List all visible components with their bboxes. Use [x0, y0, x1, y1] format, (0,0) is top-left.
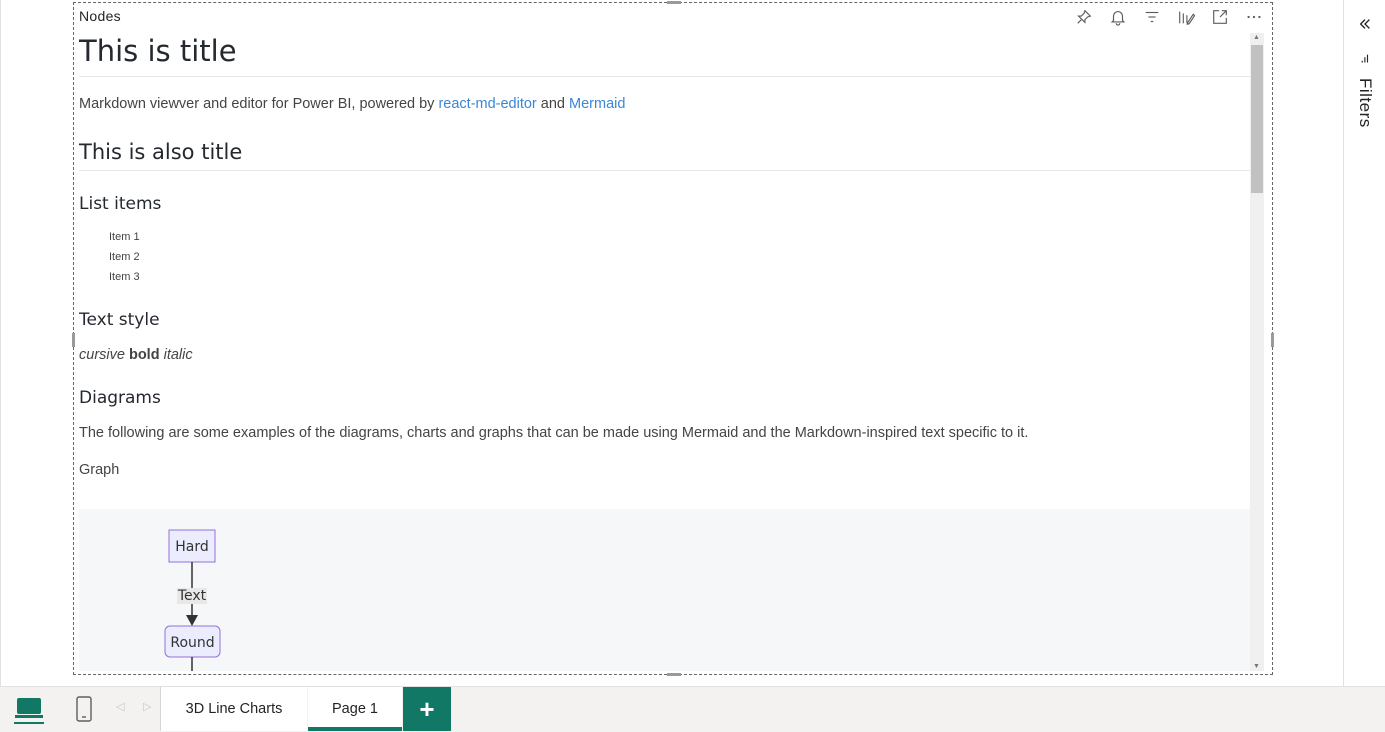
bullet-list: Item 1 Item 2 Item 3: [109, 227, 1252, 287]
edge-arrowhead: [186, 615, 198, 626]
bold-text: bold: [128, 347, 160, 363]
visual-header-toolbar: [1074, 7, 1264, 27]
vertical-scrollbar[interactable]: ▲ ▼: [1250, 33, 1264, 671]
filters-label: Filters: [1356, 78, 1375, 128]
visual-title: Nodes: [79, 8, 121, 24]
filters-pane: Filters: [1343, 0, 1385, 686]
heading-h1: This is title: [79, 31, 1252, 77]
filter-icon[interactable]: [1357, 52, 1373, 68]
edge-label: Text: [177, 588, 207, 604]
cursive-text: cursive: [79, 347, 125, 363]
markdown-preview[interactable]: This is title Markdown viewver and edito…: [79, 31, 1252, 671]
diagrams-paragraph: The following are some examples of the d…: [79, 425, 1029, 441]
double-chevron-left-icon[interactable]: [1357, 14, 1373, 34]
graph-label: Graph: [79, 462, 120, 478]
italic-text: italic: [163, 347, 193, 363]
heading-h2: This is also title: [79, 136, 1252, 171]
intro-paragraph: Markdown viewver and editor for Power BI…: [79, 94, 1252, 114]
previous-page-arrow-icon[interactable]: ◁: [116, 700, 124, 713]
mermaid-flowchart-svg: Hard Text Round: [164, 529, 221, 671]
resize-handle-bottom[interactable]: [667, 673, 681, 676]
filter-icon[interactable]: [1142, 7, 1162, 27]
intro-text: Markdown viewver and editor for Power BI…: [79, 96, 439, 112]
add-page-label: +: [419, 693, 435, 724]
report-canvas: Nodes This is title Markdown viewver and…: [0, 0, 1343, 686]
scroll-down-arrow[interactable]: ▼: [1253, 663, 1260, 670]
more-options-icon[interactable]: [1244, 7, 1264, 27]
mermaid-diagram: Hard Text Round: [79, 509, 1252, 671]
text-style-paragraph: cursive bold italic: [79, 345, 1252, 365]
mobile-layout-icon[interactable]: [74, 695, 94, 723]
pin-icon[interactable]: [1074, 7, 1094, 27]
link-mermaid[interactable]: Mermaid: [569, 96, 625, 112]
resize-handle-left[interactable]: [72, 333, 75, 347]
desktop-layout-icon[interactable]: [12, 695, 46, 725]
scroll-up-arrow[interactable]: ▲: [1253, 34, 1260, 41]
heading-diagrams: Diagrams: [79, 388, 161, 408]
tab-3d-line-charts[interactable]: 3D Line Charts: [161, 687, 307, 731]
resize-handle-right[interactable]: [1271, 333, 1274, 347]
heading-text-style: Text style: [79, 310, 160, 330]
tab-label: 3D Line Charts: [185, 701, 283, 717]
format-visual-icon[interactable]: [1176, 7, 1196, 27]
node-round-label: Round: [170, 635, 214, 651]
list-item: Item 2: [109, 251, 140, 263]
link-react-md-editor[interactable]: react-md-editor: [438, 96, 536, 112]
scrollbar-thumb[interactable]: [1251, 45, 1263, 193]
filters-toggle[interactable]: Filters: [1352, 78, 1378, 138]
focus-mode-icon[interactable]: [1210, 7, 1230, 27]
intro-and-text: and: [536, 96, 570, 112]
page-navigation-bar: ◁ ▷ 3D Line Charts Page 1 +: [0, 686, 1385, 732]
add-page-button[interactable]: +: [403, 687, 451, 731]
markdown-visual[interactable]: Nodes This is title Markdown viewver and…: [72, 1, 1274, 676]
list-item: Item 1: [109, 231, 140, 243]
resize-handle-top[interactable]: [667, 1, 681, 4]
list-item: Item 3: [109, 271, 140, 283]
next-page-arrow-icon[interactable]: ▷: [143, 700, 151, 713]
node-hard-label: Hard: [175, 539, 209, 555]
heading-list-items: List items: [79, 194, 162, 214]
tab-label: Page 1: [332, 701, 378, 717]
bell-icon[interactable]: [1108, 7, 1128, 27]
tab-page-1[interactable]: Page 1: [308, 687, 402, 731]
